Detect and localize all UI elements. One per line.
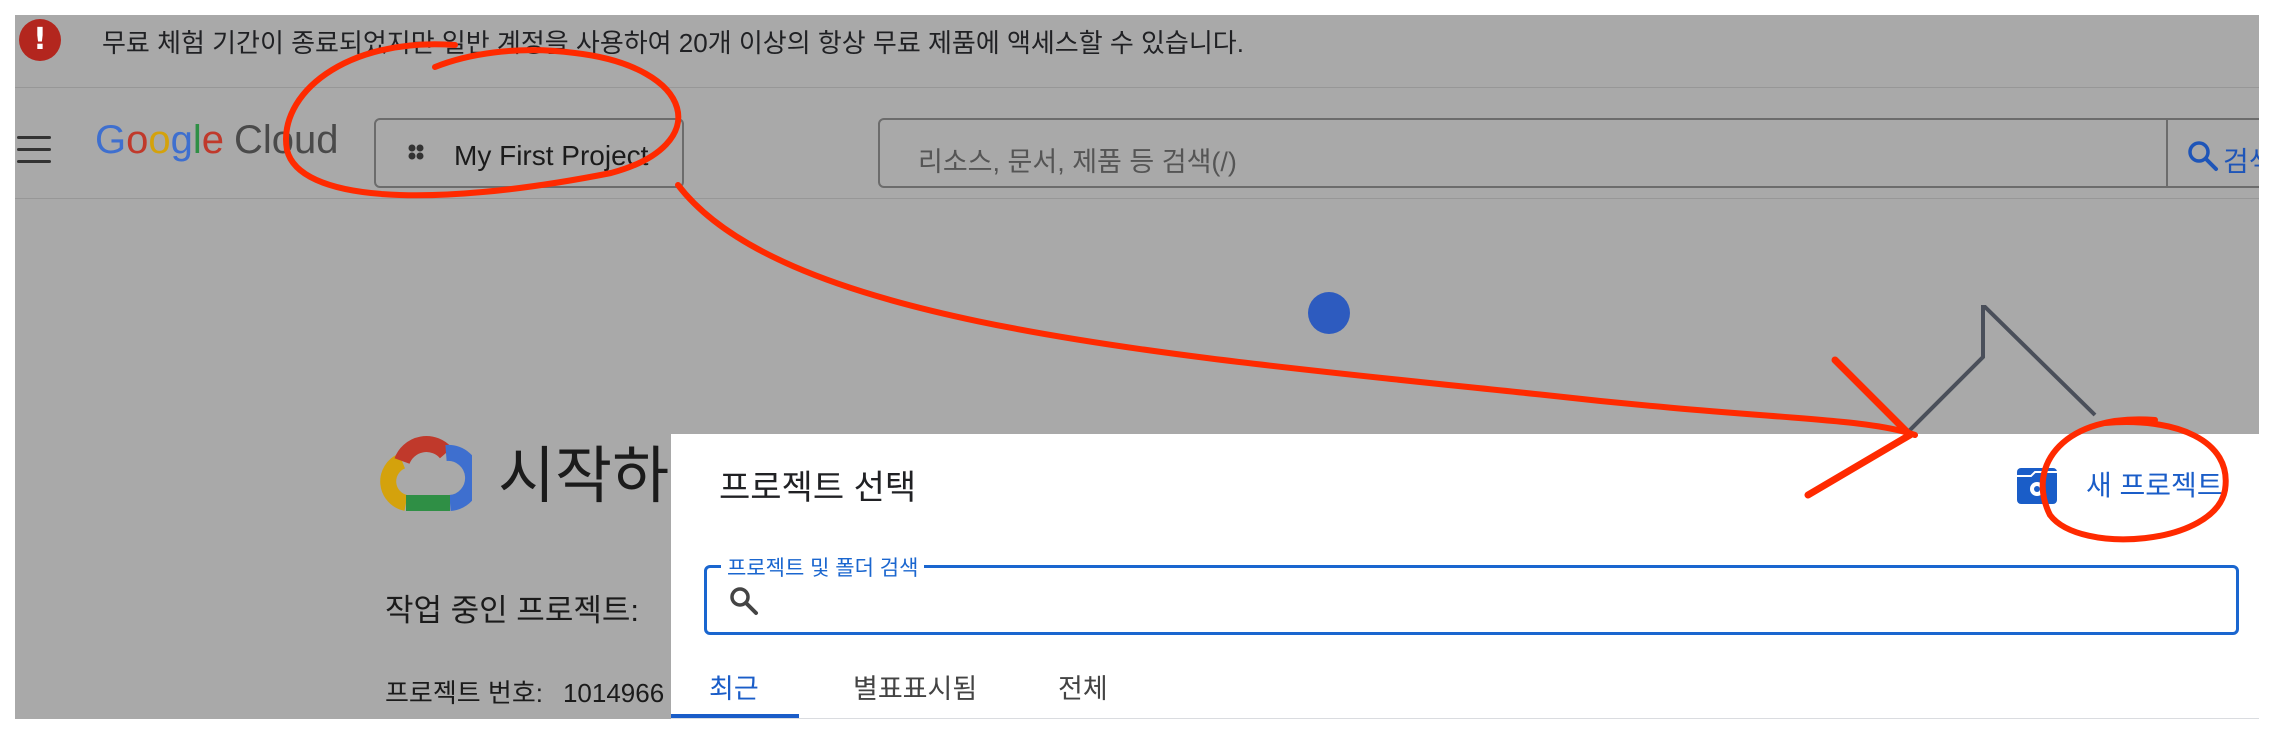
screenshot-frame: ! 무료 체험 기간이 종료되었지만 일반 계정을 사용하여 20개 이상의 항… (15, 15, 2259, 719)
search-placeholder: 리소스, 문서, 제품 등 검색(/) (918, 147, 1237, 177)
tab-all[interactable]: 전체 (1058, 667, 1108, 706)
project-picker-label: My First Project (454, 140, 649, 171)
tab-divider (671, 718, 2259, 719)
project-search-input[interactable] (777, 578, 2201, 624)
search-icon (2188, 141, 2218, 171)
page-title: 시작하 (498, 442, 670, 511)
tab-starred[interactable]: 별표표시됨 (853, 667, 977, 706)
arrow-line-to-new-project (675, 182, 1918, 438)
manage-resources-icon[interactable] (2017, 468, 2057, 504)
search-button[interactable]: 검색 (2167, 118, 2259, 188)
global-search-input[interactable]: 리소스, 문서, 제품 등 검색(/) (878, 118, 2168, 188)
project-number-row: 프로젝트 번호: 1014966 (385, 673, 664, 710)
project-number-label: 프로젝트 번호: (385, 678, 543, 708)
search-icon (730, 587, 758, 615)
search-button-label: 검색 (2223, 146, 2259, 177)
tab-recent[interactable]: 최근 (709, 667, 759, 706)
mountain-illustration (1895, 305, 2097, 445)
project-number-value: 1014966 (562, 678, 665, 708)
notice-text: 무료 체험 기간이 종료되었지만 일반 계정을 사용하여 20개 이상의 항상 … (102, 28, 1244, 58)
project-folder-search-field[interactable]: 프로젝트 및 폴더 검색 (704, 552, 2239, 635)
dialog-title: 프로젝트 선택 (719, 469, 917, 507)
new-project-button[interactable]: 새 프로젝트 (2086, 464, 2223, 504)
project-picker-button[interactable]: My First Project (374, 118, 684, 188)
google-cloud-icon (380, 436, 472, 511)
project-dots-icon (408, 144, 424, 160)
hamburger-menu-icon[interactable] (17, 136, 51, 164)
working-project-label: 작업 중인 프로젝트: (385, 593, 639, 628)
top-header: Google Cloud My First Project 리소스, 문서, 제품… (15, 87, 2259, 199)
decorative-blue-dot (1308, 292, 1350, 334)
select-project-dialog: 프로젝트 선택 새 프로젝트 프로젝트 및 폴더 검색 최근 별표표시됨 전체 (671, 434, 2259, 719)
error-icon: ! (19, 19, 61, 61)
trial-ended-notice: ! 무료 체험 기간이 종료되었지만 일반 계정을 사용하여 20개 이상의 항… (15, 15, 2259, 79)
google-cloud-logo[interactable]: Google Cloud (95, 118, 339, 163)
